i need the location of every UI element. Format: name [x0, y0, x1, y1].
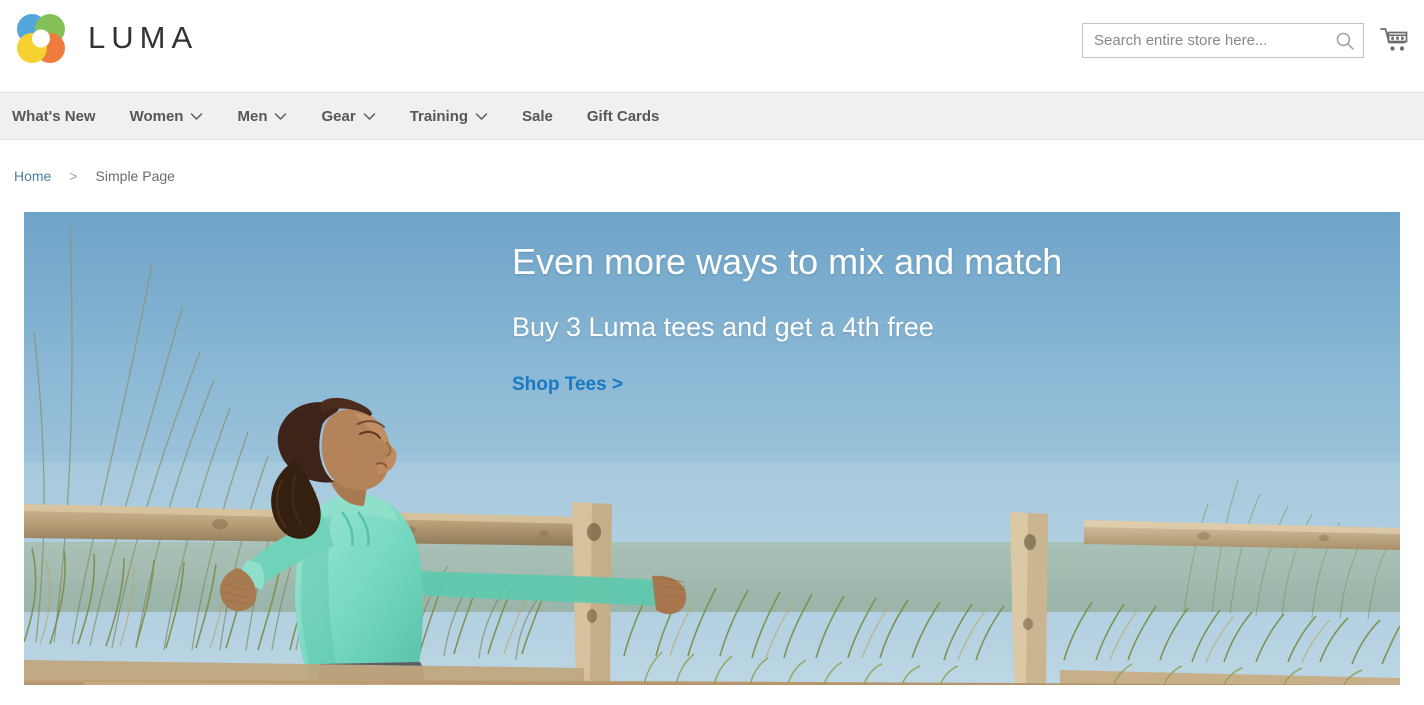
nav-item-men[interactable]: Men	[237, 108, 287, 125]
breadcrumb-home-link[interactable]: Home	[14, 168, 51, 184]
hero-banner-copy: Even more ways to mix and match Buy 3 Lu…	[512, 240, 1212, 396]
nav-label: Training	[409, 107, 469, 125]
site-header: LUMA	[0, 0, 1424, 92]
nav-label: Men	[237, 107, 268, 125]
nav-item-gear[interactable]: Gear	[321, 108, 375, 125]
nav-item-women[interactable]: Women	[130, 108, 204, 125]
breadcrumb-current-page: Simple Page	[95, 168, 175, 184]
nav-item-gift-cards[interactable]: Gift Cards	[587, 108, 660, 125]
chevron-down-icon	[275, 112, 287, 120]
chevron-down-icon	[363, 112, 375, 120]
chevron-down-icon	[475, 112, 488, 120]
logo[interactable]: LUMA	[10, 8, 198, 70]
search-input[interactable]	[1083, 24, 1363, 57]
nav-item-sale[interactable]: Sale	[522, 108, 553, 125]
search-box[interactable]	[1082, 23, 1364, 58]
shop-tees-link[interactable]: Shop Tees >	[512, 374, 623, 396]
nav-label: Gift Cards	[586, 107, 660, 125]
nav-item-whats-new[interactable]: What's New	[12, 108, 96, 125]
nav-label: Sale	[522, 107, 553, 125]
nav-label: Gear	[321, 107, 356, 125]
search-icon[interactable]	[1335, 31, 1355, 51]
hero-banner-title: Even more ways to mix and match	[512, 241, 1063, 282]
nav-label: Women	[129, 107, 184, 125]
hero-banner[interactable]: Even more ways to mix and match Buy 3 Lu…	[24, 212, 1400, 685]
chevron-down-icon	[191, 112, 203, 120]
nav-item-training[interactable]: Training	[410, 108, 488, 125]
nav-label: What's New	[12, 107, 96, 125]
main-navigation: What's New Women Men Gear Training Sale …	[0, 92, 1424, 140]
hero-banner-subtitle: Buy 3 Luma tees and get a 4th free	[512, 312, 934, 343]
header-actions	[1082, 23, 1410, 58]
luma-rings-logo-icon	[17, 14, 65, 63]
breadcrumb-separator: >	[69, 168, 78, 184]
logo-wordmark: LUMA	[88, 20, 199, 55]
breadcrumb: Home > Simple Page	[0, 140, 1424, 212]
shopping-cart-icon[interactable]	[1380, 27, 1410, 55]
